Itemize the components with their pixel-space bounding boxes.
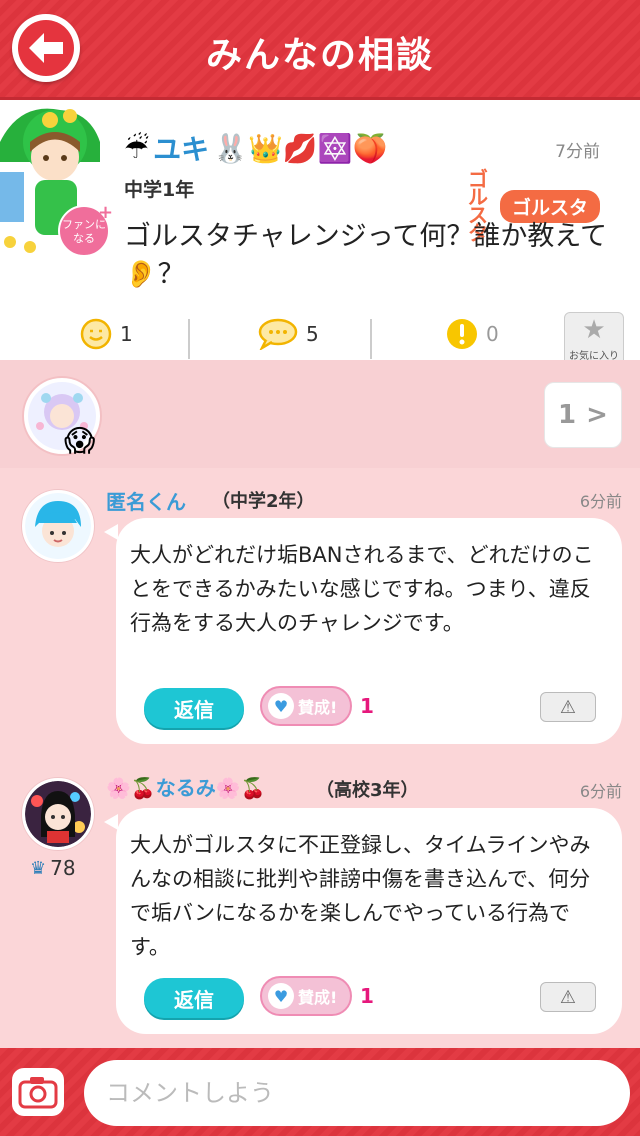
reactions-row: 😱 1 >: [0, 360, 640, 468]
crown-icon: ♛: [30, 857, 47, 879]
comment-input[interactable]: [84, 1060, 630, 1126]
exclamation-icon: [447, 319, 477, 349]
commenter-avatar[interactable]: [22, 778, 94, 850]
comment-stat[interactable]: 5: [258, 309, 319, 359]
camera-button[interactable]: [12, 1068, 64, 1116]
post-body: ゴルスタチャレンジって何？誰か教えて👂？: [124, 221, 608, 290]
comment-text: 大人がゴルスタに不正登録し、タイムラインやみんなの相談に批判や誹謗中傷を書き込ん…: [130, 833, 591, 959]
smile-stat[interactable]: 1: [80, 309, 133, 359]
comment-text: 大人がどれだけ垢BANされるまで、どれだけのことをできるかみたいな感じですね。つ…: [130, 543, 594, 635]
agree-label: 賛成!: [298, 698, 338, 717]
crown-score: ♛ 78: [30, 856, 76, 880]
crown-count: 78: [50, 856, 76, 880]
comment-bubble: 大人がゴルスタに不正登録し、タイムラインやみんなの相談に批判や誹謗中傷を書き込ん…: [104, 808, 622, 1034]
comment-composer: [0, 1048, 640, 1136]
alert-stat[interactable]: 0: [446, 309, 499, 359]
smile-icon: [80, 318, 112, 350]
commenter-name[interactable]: 匿名くん: [106, 486, 186, 515]
post-stats: 1 5 0 ★ お気に入り: [0, 309, 640, 367]
heart-icon: ♥: [268, 693, 294, 719]
warning-icon: ⚠: [559, 986, 577, 1008]
page-title: みんなの相談: [205, 35, 434, 76]
agree-button[interactable]: ♥ 賛成!: [260, 976, 352, 1016]
post-time: 7分前: [555, 142, 600, 162]
agree-label: 賛成!: [298, 988, 338, 1007]
post-author-row: ☔ ユキ 🐰👑💋🔯🍑: [124, 128, 387, 168]
divider: [188, 319, 190, 359]
post-author-grade: 中学1年: [124, 179, 195, 201]
camera-icon: [18, 1077, 58, 1109]
agree-button[interactable]: ♥ 賛成!: [260, 686, 352, 726]
commenter-grade: （高校3年）: [316, 780, 419, 801]
header-bar: みんなの相談: [0, 0, 640, 100]
favorite-button[interactable]: ★ お気に入り: [564, 312, 624, 367]
reactions-next-button[interactable]: 1 >: [544, 382, 622, 448]
commenter-name[interactable]: 🌸🍒なるみ🌸🍒: [106, 772, 266, 801]
report-button[interactable]: ⚠: [540, 692, 596, 722]
post-card: ファンに なる + ☔ ユキ 🐰👑💋🔯🍑 中学1年 7分前 ゴル スタ ゴルスタ…: [0, 100, 640, 367]
smile-count: 1: [120, 322, 133, 346]
divider: [370, 319, 372, 359]
comment-count: 5: [306, 322, 319, 346]
name-decoration-icons: 🐰👑💋🔯🍑: [213, 131, 388, 165]
warning-icon: ⚠: [559, 696, 577, 718]
report-button[interactable]: ⚠: [540, 982, 596, 1012]
commenter-avatar[interactable]: [22, 490, 94, 562]
shocked-face-icon: 😱: [64, 424, 96, 459]
plus-icon: +: [98, 202, 114, 223]
comment-list: 匿名くん （中学2年） 6分前 大人がどれだけ垢BANされるまで、どれだけのこと…: [0, 468, 640, 1048]
chevron-right-icon: >: [586, 400, 608, 430]
speech-bubble-icon: [258, 318, 298, 350]
agree-count: 1: [360, 984, 374, 1008]
comment-time: 6分前: [579, 782, 622, 801]
comment-time: 6分前: [579, 492, 622, 511]
commenter-grade: （中学2年）: [212, 491, 315, 512]
reply-button[interactable]: 返信: [144, 978, 244, 1018]
alert-count: 0: [486, 322, 499, 346]
comment-bubble: 大人がどれだけ垢BANされるまで、どれだけのことをできるかみたいな感じですね。つ…: [104, 518, 622, 744]
post-author-name[interactable]: ユキ: [153, 128, 209, 168]
umbrella-icon: ☔: [124, 131, 150, 165]
reactions-page: 1: [558, 400, 577, 430]
reply-button[interactable]: 返信: [144, 688, 244, 728]
star-icon: ★: [582, 315, 606, 345]
heart-icon: ♥: [268, 983, 294, 1009]
agree-count: 1: [360, 694, 374, 718]
